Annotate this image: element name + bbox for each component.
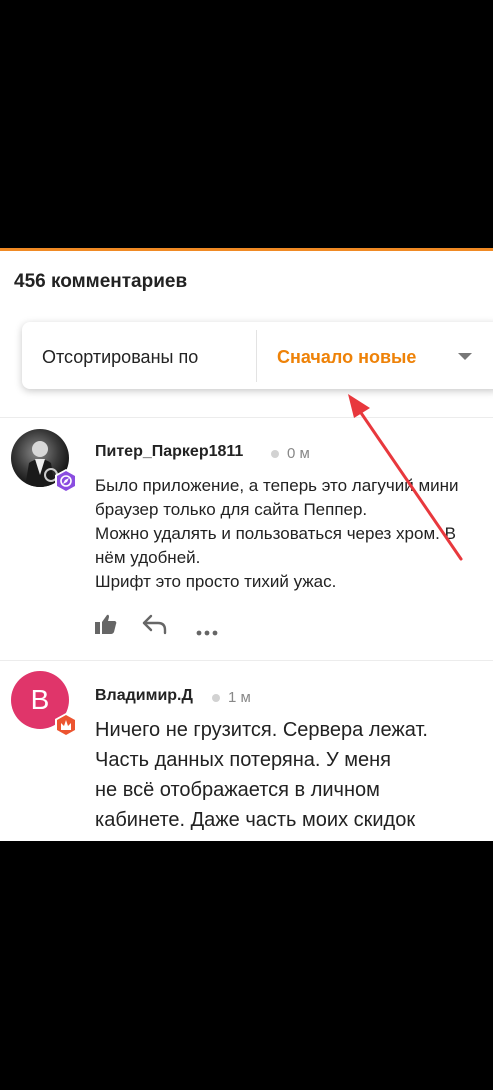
comments-section: 456 комментариев Отсортированы по Сначал… xyxy=(0,251,493,841)
bottom-black-area xyxy=(0,841,493,1090)
top-black-area xyxy=(0,0,493,248)
annotation-arrow xyxy=(348,394,463,561)
